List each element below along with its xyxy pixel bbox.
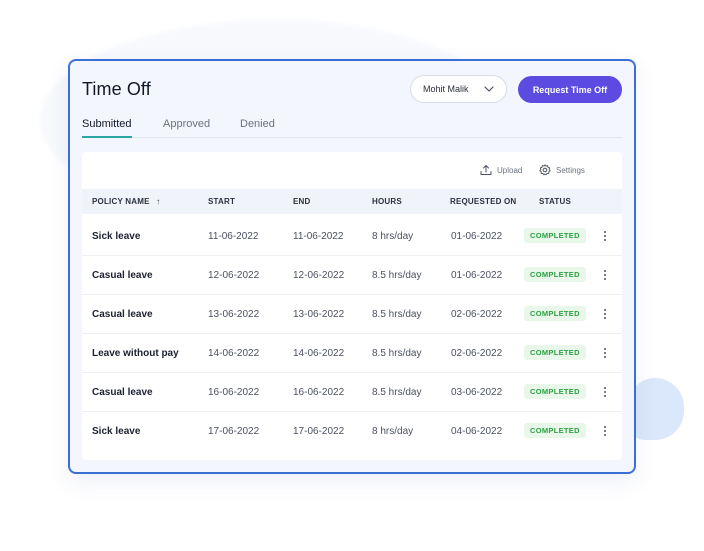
column-header-start[interactable]: START [208, 197, 235, 206]
upload-label: Upload [497, 165, 523, 175]
start-date: 14-06-2022 [208, 348, 260, 359]
start-date: 11-06-2022 [208, 231, 259, 242]
background-shape [628, 378, 684, 440]
table-row[interactable]: Sick leave 17-06-2022 17-06-2022 8 hrs/d… [82, 412, 622, 451]
hours: 8.5 hrs/day [372, 270, 422, 281]
status-badge: COMPLETED [524, 345, 586, 360]
column-header-policy-label: POLICY NAME [92, 197, 150, 206]
status-badge: COMPLETED [524, 384, 586, 399]
user-select-value: Mohit Malik [423, 84, 469, 94]
time-off-card: Time Off Mohit Malik Request Time Off Su… [68, 59, 636, 474]
start-date: 17-06-2022 [208, 426, 260, 437]
hours: 8.5 hrs/day [372, 348, 422, 359]
end-date: 16-06-2022 [293, 387, 345, 398]
policy-name: Leave without pay [92, 348, 179, 359]
end-date: 14-06-2022 [293, 348, 345, 359]
status-badge: COMPLETED [524, 267, 586, 282]
policy-name: Sick leave [92, 426, 141, 437]
start-date: 16-06-2022 [208, 387, 260, 398]
upload-icon [480, 165, 492, 175]
end-date: 11-06-2022 [293, 231, 344, 242]
requested-on: 01-06-2022 [451, 231, 503, 242]
tab-bar: Submitted Approved Denied [82, 118, 622, 138]
upload-button[interactable]: Upload [480, 164, 522, 176]
requested-on: 02-06-2022 [451, 309, 503, 320]
start-date: 13-06-2022 [208, 309, 260, 320]
tab-denied[interactable]: Denied [240, 118, 275, 136]
kebab-menu-icon[interactable] [600, 229, 610, 243]
chevron-down-icon [484, 86, 494, 92]
page-title: Time Off [82, 79, 151, 99]
table-header: POLICY NAME ↑ START END HOURS REQUESTED … [82, 189, 622, 214]
table-row[interactable]: Sick leave 11-06-2022 11-06-2022 8 hrs/d… [82, 217, 622, 256]
kebab-menu-icon[interactable] [600, 268, 610, 282]
status-badge: COMPLETED [524, 228, 586, 243]
gear-icon [539, 164, 551, 176]
requested-on: 01-06-2022 [451, 270, 503, 281]
user-select-dropdown[interactable]: Mohit Malik [410, 75, 507, 103]
table-row[interactable]: Leave without pay 14-06-2022 14-06-2022 … [82, 334, 622, 373]
column-header-end[interactable]: END [293, 197, 311, 206]
settings-label: Settings [556, 165, 585, 175]
requested-on: 02-06-2022 [451, 348, 503, 359]
column-header-status[interactable]: STATUS [539, 197, 571, 206]
status-badge: COMPLETED [524, 306, 586, 321]
policy-name: Casual leave [92, 270, 153, 281]
kebab-menu-icon[interactable] [600, 385, 610, 399]
settings-button[interactable]: Settings [539, 164, 585, 176]
column-header-hours[interactable]: HOURS [372, 197, 402, 206]
column-header-policy[interactable]: POLICY NAME ↑ [92, 197, 160, 206]
end-date: 12-06-2022 [293, 270, 345, 281]
status-badge: COMPLETED [524, 423, 586, 438]
hours: 8.5 hrs/day [372, 309, 422, 320]
table-row[interactable]: Casual leave 16-06-2022 16-06-2022 8.5 h… [82, 373, 622, 412]
end-date: 13-06-2022 [293, 309, 345, 320]
hours: 8 hrs/day [372, 426, 414, 437]
request-time-off-button[interactable]: Request Time Off [518, 76, 622, 103]
policy-name: Sick leave [92, 231, 141, 242]
kebab-menu-icon[interactable] [600, 424, 610, 438]
tab-submitted[interactable]: Submitted [82, 118, 132, 138]
policy-name: Casual leave [92, 387, 153, 398]
table-row[interactable]: Casual leave 13-06-2022 13-06-2022 8.5 h… [82, 295, 622, 334]
column-header-requested-on[interactable]: REQUESTED ON [450, 197, 516, 206]
policy-name: Casual leave [92, 309, 153, 320]
hours: 8.5 hrs/day [372, 387, 422, 398]
sort-asc-icon: ↑ [156, 197, 161, 206]
end-date: 17-06-2022 [293, 426, 345, 437]
kebab-menu-icon[interactable] [600, 307, 610, 321]
table-row[interactable]: Casual leave 12-06-2022 12-06-2022 8.5 h… [82, 256, 622, 295]
hours: 8 hrs/day [372, 231, 414, 242]
requested-on: 03-06-2022 [451, 387, 503, 398]
time-off-table-panel: Upload Settings POLICY NAME ↑ START END … [82, 152, 622, 460]
start-date: 12-06-2022 [208, 270, 260, 281]
kebab-menu-icon[interactable] [600, 346, 610, 360]
tab-approved[interactable]: Approved [163, 118, 210, 136]
requested-on: 04-06-2022 [451, 426, 503, 437]
